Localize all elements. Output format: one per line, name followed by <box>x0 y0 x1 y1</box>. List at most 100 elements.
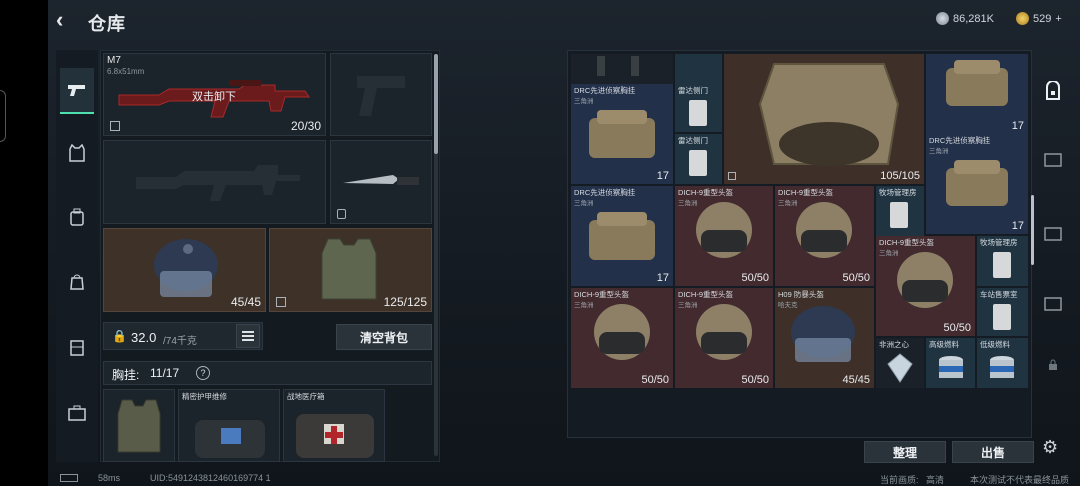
stash-item-ammo[interactable] <box>571 54 673 84</box>
stash-item-fuel-high[interactable]: 高级燃料 <box>926 338 975 388</box>
armor-slot[interactable]: 125/125 <box>269 228 432 312</box>
tab-locked[interactable] <box>1040 352 1066 378</box>
currency-gold[interactable]: 529 + <box>1016 12 1062 25</box>
tab-weapons[interactable] <box>60 68 94 114</box>
chest-rig-image <box>946 160 1008 206</box>
stash-item-keycard-4[interactable]: 牧场管理房 <box>977 236 1028 286</box>
rig-item-repair-kit[interactable]: 精密护甲维修 <box>178 389 280 462</box>
tab-container[interactable] <box>60 330 94 364</box>
stash-item-helmet-2[interactable]: DICH-9重型头盔 三角洲 50/50 <box>775 186 874 286</box>
item-quantity: 17 <box>656 272 669 284</box>
primary-weapon-slot[interactable]: M7 6.8x51mm 双击卸下 20/30 <box>103 53 326 136</box>
rifle-silhouette-icon <box>136 165 300 201</box>
stash-item-helmet-5[interactable]: DICH-9重型头盔 三角洲 50/50 <box>675 288 773 388</box>
pistol-icon <box>68 85 85 96</box>
weight-current: 32.0 <box>131 330 157 345</box>
rig-item-vest[interactable] <box>103 389 175 462</box>
battery-icon <box>60 474 78 482</box>
sell-button[interactable]: 出售 <box>952 441 1034 463</box>
page-title: 仓库 <box>88 14 126 34</box>
item-quantity: 17 <box>1011 120 1024 132</box>
heavy-helmet-image <box>696 304 752 360</box>
weapon-name: M7 <box>107 55 121 66</box>
stash-item-helmet-4[interactable]: DICH-9重型头盔 三角洲 50/50 <box>571 288 673 388</box>
stash-item-heavy-armor[interactable]: 105/105 <box>724 54 924 184</box>
back-button[interactable]: ‹ <box>56 8 80 32</box>
stash-item-rig-1[interactable]: DRC先进侦察胸挂 三角洲 17 <box>571 84 673 184</box>
gold-amount: 529 <box>1033 12 1052 25</box>
stash-item-slot[interactable] <box>675 54 722 84</box>
stash-item-keycard-2[interactable]: 雷达侧门 <box>675 134 722 184</box>
stash-item-riot-helmet[interactable]: H09 防暴头盔 哈夫克 45/45 <box>775 288 874 388</box>
briefcase-icon <box>68 405 86 421</box>
item-durability: 50/50 <box>842 272 870 284</box>
item-quantity: 17 <box>1011 220 1024 232</box>
item-name: DICH-9重型头盔 <box>678 188 734 197</box>
uid-display: UID:5491243812460169774 1 <box>150 473 271 483</box>
fuel-can-icon <box>939 356 963 378</box>
tab-stash-2[interactable] <box>1040 146 1066 172</box>
item-name: 精密护甲维修 <box>182 392 227 401</box>
stash-item-keycard-3[interactable]: 牧场管理房 <box>876 186 924 236</box>
folder-icon <box>1044 153 1062 167</box>
riot-helmet-image <box>791 306 855 362</box>
tab-stash-main[interactable] <box>1040 78 1066 104</box>
help-icon[interactable]: ? <box>196 366 210 380</box>
tab-stash-4[interactable] <box>1040 290 1066 316</box>
gold-coin-icon <box>1016 12 1029 25</box>
stash-item-gem[interactable]: 非洲之心 <box>876 338 924 388</box>
stash-item-helmet-1[interactable]: DICH-9重型头盔 三角洲 50/50 <box>675 186 773 286</box>
add-currency-button[interactable]: + <box>1055 13 1061 25</box>
stash-item-helmet-3[interactable]: DICH-9重型头盔 三角洲 50/50 <box>876 236 975 336</box>
item-name: DRC先进侦察胸挂 <box>929 136 991 145</box>
vest-image <box>117 399 161 453</box>
tab-case[interactable] <box>60 396 94 430</box>
ping-display: 58ms <box>98 473 121 483</box>
settings-gear-icon[interactable]: ⚙ <box>1042 437 1062 457</box>
ammo-count: 20/30 <box>290 119 321 133</box>
chest-rig-image <box>946 60 1008 106</box>
heavy-helmet-image <box>796 202 852 258</box>
category-tabs <box>56 50 98 462</box>
item-name: 车站售票室 <box>980 290 1018 299</box>
rig-item-medkit[interactable]: 战地医疗箱 <box>283 389 385 462</box>
stash-item-fuel-low[interactable]: 低级燃料 <box>977 338 1028 388</box>
helmet-slot[interactable]: 45/45 <box>103 228 266 312</box>
sort-button[interactable]: 整理 <box>864 441 946 463</box>
item-name: 低级燃料 <box>980 340 1010 349</box>
lock-icon <box>1049 359 1057 370</box>
currency-silver: 86,281K <box>936 12 994 25</box>
secondary-weapon-slot[interactable] <box>103 140 326 224</box>
item-name: DRC先进侦察胸挂 <box>574 188 636 197</box>
keycard-icon <box>890 202 908 228</box>
chest-rig-image <box>589 110 655 158</box>
scroll-thumb[interactable] <box>434 54 438 154</box>
item-name: DICH-9重型头盔 <box>574 290 630 299</box>
folder-icon <box>1044 227 1062 241</box>
stash-item-keycard-5[interactable]: 车站售票室 <box>977 288 1028 336</box>
stash-item-keycard-1[interactable]: 雷达侧门 <box>675 84 722 132</box>
tab-stash-3[interactable] <box>1040 220 1066 246</box>
list-view-button[interactable] <box>236 324 260 348</box>
clear-backpack-button[interactable]: 清空背包 <box>336 324 432 350</box>
heavy-helmet-image <box>897 252 953 308</box>
item-name: 非洲之心 <box>879 340 909 349</box>
stash-item-rig-3[interactable]: DRC先进侦察胸挂 三角洲 17 <box>926 134 1028 234</box>
folder-icon <box>1044 297 1062 311</box>
tab-vest[interactable] <box>60 136 94 170</box>
rig-capacity-bar: 胸挂: 11/17 ? <box>103 361 432 385</box>
weight-max: /74千克 <box>163 336 197 347</box>
tab-backpack[interactable] <box>60 200 94 234</box>
stash-item-rig-4[interactable]: DRC先进侦察胸挂 三角洲 17 <box>571 186 673 286</box>
item-name: DICH-9重型头盔 <box>879 238 935 247</box>
tab-bag[interactable] <box>60 264 94 298</box>
item-name: DICH-9重型头盔 <box>678 290 734 299</box>
loadout-scrollbar[interactable] <box>434 54 438 456</box>
pistol-slot[interactable] <box>330 53 432 136</box>
melee-slot[interactable] <box>330 140 432 224</box>
body-armor-image <box>321 238 377 300</box>
item-faction: 三角洲 <box>574 200 594 207</box>
item-name: H09 防暴头盔 <box>778 290 824 299</box>
stash-item-rig-2[interactable]: 17 <box>926 54 1028 134</box>
stash-scrollbar[interactable] <box>1031 195 1034 265</box>
